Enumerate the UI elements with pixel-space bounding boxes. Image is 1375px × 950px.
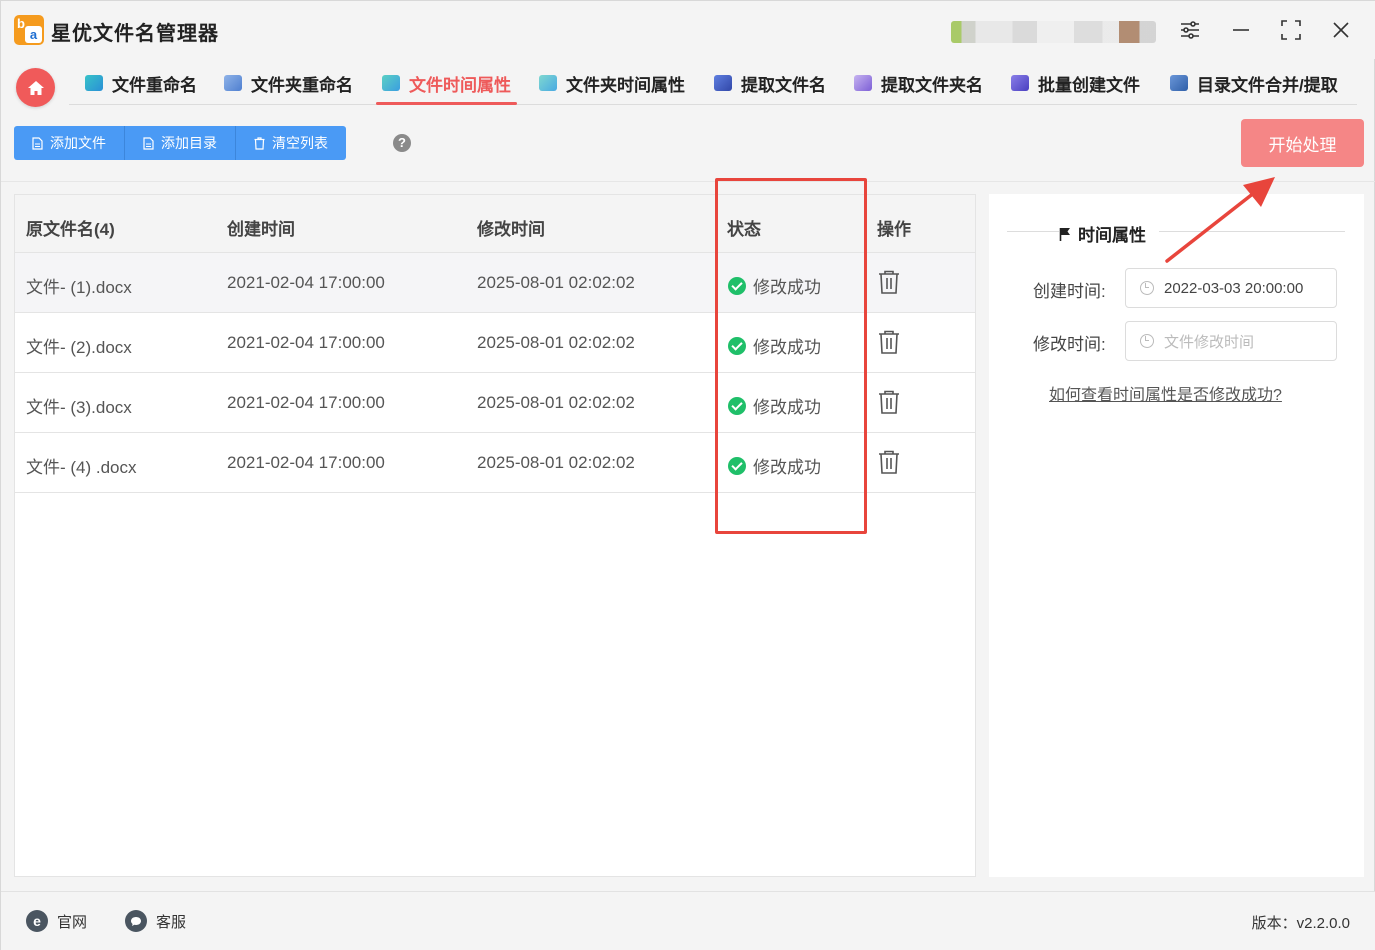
tab-label: 文件重命名 [112, 75, 197, 95]
merge-extract-icon [1170, 75, 1188, 91]
support-label: 客服 [156, 913, 187, 931]
tab-label: 目录文件合并/提取 [1197, 75, 1338, 95]
footer: e 官网 客服 版本：v2.2.0.0 [1, 891, 1375, 950]
tab-batch-create[interactable]: 批量创建文件 [1011, 61, 1140, 105]
home-icon [27, 80, 44, 95]
website-label: 官网 [57, 913, 88, 931]
app-window: b a 星优文件名管理器 文件重命名 文件夹重命名 文件时间属性 文件夹时间属性… [0, 0, 1375, 950]
cell-filename: 文件- (1).docx [26, 278, 132, 297]
time-attribute-panel: 时间属性 创建时间: 2022-03-03 20:00:00 修改时间: 文件修… [989, 194, 1364, 877]
settings-icon[interactable] [1175, 15, 1205, 45]
help-link[interactable]: 如何查看时间属性是否修改成功? [1049, 381, 1282, 405]
tab-merge-extract[interactable]: 目录文件合并/提取 [1170, 61, 1338, 105]
cell-filename: 文件- (4) .docx [26, 458, 137, 477]
clear-list-label: 清空列表 [272, 135, 328, 151]
logo-letter-b: b [17, 16, 25, 31]
file-rename-icon [85, 75, 103, 91]
browser-icon: e [26, 910, 48, 932]
divider [1007, 231, 1059, 232]
logo-letter-a: a [25, 26, 42, 43]
chat-icon [125, 910, 147, 932]
header-modified: 修改时间 [477, 220, 545, 239]
header-action: 操作 [877, 220, 911, 239]
delete-trash-icon[interactable] [878, 450, 900, 474]
tab-label: 提取文件夹名 [881, 75, 983, 95]
extract-filename-icon [714, 75, 732, 91]
close-icon[interactable] [1326, 15, 1356, 45]
folder-time-icon [539, 75, 557, 91]
extract-foldername-icon [854, 75, 872, 91]
panel-title-text: 时间属性 [1078, 226, 1146, 245]
maximize-icon[interactable] [1276, 15, 1306, 45]
tab-file-time[interactable]: 文件时间属性 [376, 61, 517, 105]
add-directory-label: 添加目录 [161, 135, 217, 151]
support-link[interactable]: 客服 [125, 910, 186, 932]
clock-icon [1140, 281, 1154, 295]
created-time-label: 创建时间: [1033, 282, 1106, 301]
created-time-value: 2022-03-03 20:00:00 [1164, 279, 1304, 297]
delete-trash-icon[interactable] [878, 270, 900, 294]
file-time-icon [382, 75, 400, 91]
title-bar: b a 星优文件名管理器 [1, 1, 1375, 59]
cell-modified: 2025-08-01 02:02:02 [477, 333, 635, 352]
clear-list-button[interactable]: 清空列表 [236, 126, 346, 160]
header-filename: 原文件名(4) [26, 220, 115, 239]
tab-extract-filename[interactable]: 提取文件名 [714, 61, 826, 105]
modified-time-placeholder: 文件修改时间 [1164, 333, 1255, 351]
app-title: 星优文件名管理器 [51, 23, 219, 45]
website-link[interactable]: e 官网 [26, 910, 87, 932]
home-button[interactable] [16, 68, 55, 107]
cell-modified: 2025-08-01 02:02:02 [477, 273, 635, 292]
cell-modified: 2025-08-01 02:02:02 [477, 393, 635, 412]
panel-title: 时间属性 [1059, 221, 1146, 246]
tab-file-rename[interactable]: 文件重命名 [85, 61, 197, 105]
version-label: 版本：v2.2.0.0 [1251, 915, 1350, 932]
cell-filename: 文件- (2).docx [26, 338, 132, 357]
tab-label: 批量创建文件 [1038, 75, 1140, 95]
add-directory-button[interactable]: 添加目录 [125, 126, 236, 160]
tab-label: 提取文件名 [741, 75, 826, 95]
tab-label: 文件夹重命名 [251, 75, 353, 95]
start-process-button[interactable]: 开始处理 [1241, 119, 1364, 167]
annotation-arrow-icon [1165, 177, 1275, 263]
clock-icon [1140, 334, 1154, 348]
file-icon [143, 136, 154, 150]
cell-created: 2021-02-04 17:00:00 [227, 453, 385, 472]
trash-icon [254, 136, 265, 150]
add-file-label: 添加文件 [50, 135, 106, 151]
cell-created: 2021-02-04 17:00:00 [227, 333, 385, 352]
app-logo-icon: b a [14, 15, 44, 45]
cell-modified: 2025-08-01 02:02:02 [477, 453, 635, 472]
delete-trash-icon[interactable] [878, 330, 900, 354]
annotation-highlight-box [715, 178, 867, 534]
user-account-avatar[interactable] [951, 21, 1156, 43]
cell-created: 2021-02-04 17:00:00 [227, 393, 385, 412]
tab-label: 文件夹时间属性 [566, 75, 685, 95]
modified-time-input[interactable]: 文件修改时间 [1125, 321, 1337, 361]
cell-filename: 文件- (3).docx [26, 398, 132, 417]
toolbar: 添加文件 添加目录 清空列表 [14, 126, 346, 160]
delete-trash-icon[interactable] [878, 390, 900, 414]
batch-create-icon [1011, 75, 1029, 91]
tab-label: 文件时间属性 [409, 75, 511, 95]
header-created: 创建时间 [227, 220, 295, 239]
cell-created: 2021-02-04 17:00:00 [227, 273, 385, 292]
add-file-button[interactable]: 添加文件 [14, 126, 125, 160]
created-time-input[interactable]: 2022-03-03 20:00:00 [1125, 268, 1337, 308]
tab-folder-rename[interactable]: 文件夹重命名 [224, 61, 353, 105]
flag-icon [1059, 227, 1070, 241]
tab-folder-time[interactable]: 文件夹时间属性 [539, 61, 685, 105]
folder-rename-icon [224, 75, 242, 91]
help-icon[interactable]: ? [393, 134, 411, 152]
file-icon [32, 136, 43, 150]
minimize-icon[interactable] [1226, 15, 1256, 45]
modified-time-label: 修改时间: [1033, 335, 1106, 354]
tab-extract-foldername[interactable]: 提取文件夹名 [854, 61, 983, 105]
